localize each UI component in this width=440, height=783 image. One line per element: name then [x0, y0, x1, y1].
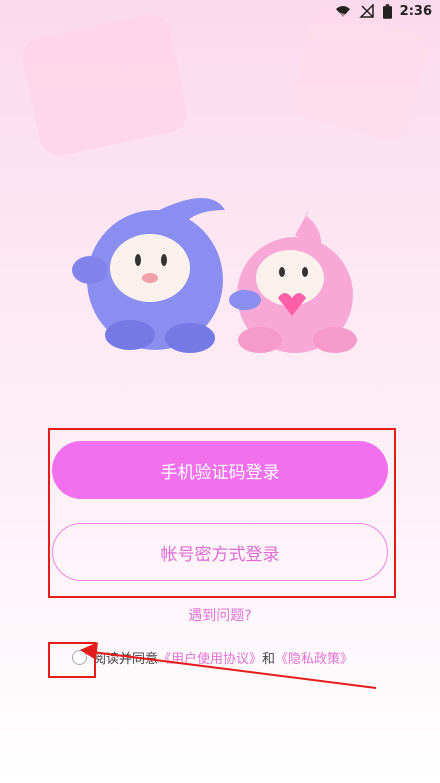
user-agreement-link[interactable]: 《用户使用协议》 — [158, 648, 262, 667]
agreement-prefix: 阅读并同意 — [93, 652, 159, 667]
phone-code-login-button[interactable]: 手机验证码登录 — [52, 441, 388, 499]
mascot-illustration — [72, 197, 357, 353]
help-link[interactable]: 遇到问题? — [0, 605, 440, 625]
account-password-login-button[interactable]: 帐号密方式登录 — [52, 523, 388, 581]
agreement-row: 阅读并同意 《用户使用协议》 和 《隐私政策》 — [72, 648, 353, 667]
status-bar: 2:36 — [0, 0, 440, 22]
status-time: 2:36 — [399, 3, 432, 19]
battery-icon — [382, 3, 392, 19]
signal-off-icon — [358, 4, 374, 18]
agreement-conjunction: 和 — [262, 652, 276, 667]
agreement-checkbox[interactable] — [72, 650, 87, 665]
privacy-policy-link[interactable]: 《隐私政策》 — [275, 648, 353, 667]
background-heart-card — [287, 6, 433, 144]
background-heart-card — [19, 10, 191, 160]
